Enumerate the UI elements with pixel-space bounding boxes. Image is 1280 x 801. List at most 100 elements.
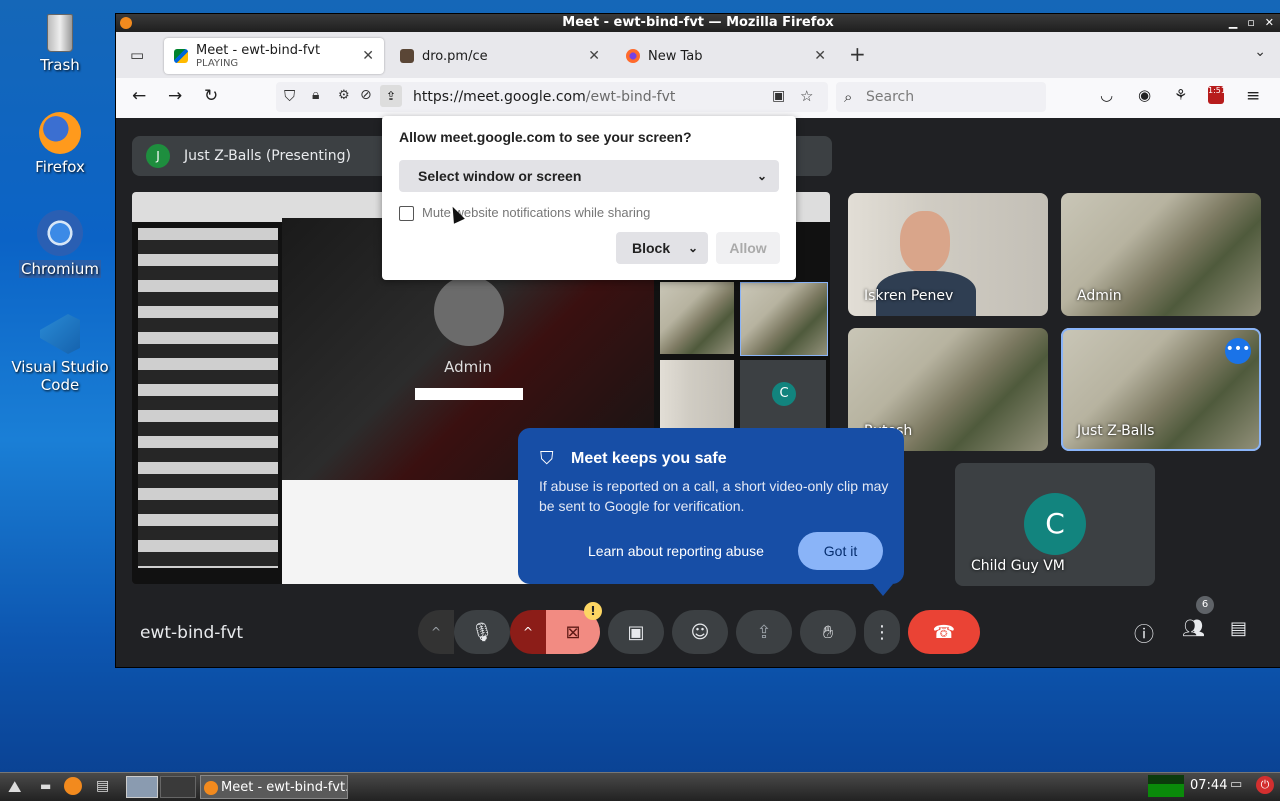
chevron-down-icon[interactable]: ⌄ xyxy=(688,232,698,264)
start-menu-icon[interactable]: ⛰ xyxy=(8,777,21,797)
select-window-dropdown[interactable]: Select window or screen ⌄ xyxy=(399,160,779,192)
cpu-monitor xyxy=(1148,775,1184,797)
block-button[interactable]: Block ⌄ xyxy=(616,232,708,264)
url-bar[interactable]: ⛉ 🔒︎ ⚙ ⊘ ⇪ https://meet.google.com/ewt-b… xyxy=(276,82,828,112)
microphone-button[interactable]: 🎙︎ xyxy=(454,610,510,654)
bookmark-star-icon[interactable]: ☆ xyxy=(800,87,813,105)
account-icon[interactable]: ◉ xyxy=(1138,86,1151,104)
block-label: Block xyxy=(632,240,671,256)
camera-off-icon: ⊠ xyxy=(565,621,581,643)
desktop-icon-chromium[interactable]: Chromium xyxy=(10,210,110,278)
raise-hand-button[interactable]: ✋︎ xyxy=(800,610,856,654)
tab-list-icon[interactable]: ▭ xyxy=(130,46,144,64)
maximize-icon[interactable]: ▫ xyxy=(1247,14,1254,32)
shield-icon: ⛉ xyxy=(540,448,554,468)
present-screen-icon: ⇪ xyxy=(756,621,772,643)
participant-tile[interactable]: C Child Guy VM xyxy=(955,463,1155,586)
window-titlebar[interactable]: Meet - ewt-bind-fvt — Mozilla Firefox ▁ … xyxy=(116,14,1280,32)
tab-new[interactable]: New Tab ✕ xyxy=(616,38,836,74)
report-abuse-link[interactable]: Learn about reporting abuse xyxy=(588,543,764,559)
taskbar-task-firefox[interactable]: Meet - ewt-bind-fvt... xyxy=(200,775,348,799)
captions-button[interactable]: ▣ xyxy=(608,610,664,654)
microphone-icon: 🎙︎ xyxy=(470,621,494,643)
more-options-button[interactable]: ⋮ xyxy=(864,610,900,654)
firefox-launcher-icon[interactable] xyxy=(64,777,82,795)
sharing-indicator-icon[interactable]: ▣ xyxy=(772,88,785,104)
camera-blocked-icon[interactable]: ⊘ xyxy=(360,87,372,103)
close-tab-icon[interactable]: ✕ xyxy=(362,48,374,64)
lock-icon[interactable]: 🔒︎ xyxy=(312,87,319,103)
captions-icon: ▣ xyxy=(627,621,645,643)
participant-avatar: C xyxy=(1024,493,1086,555)
trash-icon xyxy=(47,14,73,52)
desktop-icon-label: Visual Studio Code xyxy=(11,358,109,394)
leave-call-button[interactable]: ☎ xyxy=(908,610,980,654)
vscode-icon xyxy=(40,314,80,354)
show-desktop-icon[interactable]: ▬ xyxy=(40,779,51,793)
screen-share-permission-dialog: Allow meet.google.com to see your screen… xyxy=(382,116,796,280)
camera-options-button[interactable]: ^ xyxy=(510,610,546,654)
workspace-2[interactable] xyxy=(160,776,196,798)
workspace-1[interactable] xyxy=(126,776,158,798)
permissions-icon[interactable]: ⚙ xyxy=(338,88,350,103)
back-icon[interactable]: ← xyxy=(132,86,146,106)
extension-badge-count: 1:51 xyxy=(1208,86,1226,95)
screen-share-permission-icon[interactable]: ⇪ xyxy=(380,85,402,107)
participant-name: Child Guy VM xyxy=(971,558,1065,574)
taskbar-task-label: Meet - ewt-bind-fvt... xyxy=(221,780,348,795)
extensions-icon[interactable]: ⚘ xyxy=(1174,86,1187,104)
window-title: Meet - ewt-bind-fvt — Mozilla Firefox xyxy=(562,15,834,30)
tab-dro[interactable]: dro.pm/ce ✕ xyxy=(390,38,610,74)
tray-icon[interactable]: ▭ xyxy=(1230,777,1242,792)
participant-tile[interactable]: ••• Just Z-Balls xyxy=(1061,328,1261,451)
camera-warning-icon[interactable]: ! xyxy=(584,602,602,620)
desktop-icon-firefox[interactable]: Firefox xyxy=(10,112,110,176)
pocket-icon[interactable]: ◡ xyxy=(1100,86,1113,104)
tracking-shield-icon[interactable]: ⛉ xyxy=(284,87,295,105)
close-window-icon[interactable]: ✕ xyxy=(1265,14,1274,32)
firefox-window-icon xyxy=(120,17,132,29)
participant-tile[interactable]: Iskren Penev xyxy=(848,193,1048,316)
chat-icon[interactable]: ▤ xyxy=(1230,618,1247,639)
tab-meet[interactable]: Meet - ewt-bind-fvt PLAYING ✕ xyxy=(164,38,384,74)
meeting-details-icon[interactable]: ⓘ xyxy=(1134,618,1154,647)
search-input[interactable]: ⌕ Search xyxy=(836,82,1046,112)
participant-name: Just Z-Balls xyxy=(1077,423,1155,439)
navigation-bar: ← → ↻ ⛉ 🔒︎ ⚙ ⊘ ⇪ https://meet.google.com… xyxy=(116,78,1280,119)
menu-icon[interactable]: ≡ xyxy=(1246,86,1260,106)
new-tab-button[interactable]: + xyxy=(849,42,866,66)
desktop-icon-trash[interactable]: Trash xyxy=(10,14,110,74)
reactions-button[interactable]: ☺ xyxy=(672,610,728,654)
safety-title: Meet keeps you safe xyxy=(571,450,727,467)
participant-tile[interactable]: Admin xyxy=(1061,193,1261,316)
emoji-icon: ☺ xyxy=(690,621,710,643)
reload-icon[interactable]: ↻ xyxy=(204,86,218,106)
search-icon: ⌕ xyxy=(844,88,853,106)
close-tab-icon[interactable]: ✕ xyxy=(814,48,826,64)
present-button[interactable]: ⇪ xyxy=(736,610,792,654)
taskbar: ⛰ ▬ ▤ Meet - ewt-bind-fvt... 07:44 ▭ ⏻ xyxy=(0,772,1280,801)
desktop-icon-vscode[interactable]: Visual Studio Code xyxy=(10,314,110,394)
file-manager-icon[interactable]: ▤ xyxy=(96,778,109,794)
dro-favicon-icon xyxy=(400,49,414,63)
tab-overflow-chevron-icon[interactable]: ⌄ xyxy=(1254,44,1266,60)
participant-name: Admin xyxy=(1077,288,1122,304)
mic-options-button[interactable]: ^ xyxy=(418,610,454,654)
participant-face xyxy=(900,211,950,273)
nested-child-avatar: C xyxy=(772,382,796,406)
more-vert-icon: ⋮ xyxy=(873,621,891,643)
forward-icon[interactable]: → xyxy=(168,86,182,106)
close-tab-icon[interactable]: ✕ xyxy=(588,48,600,64)
select-window-label: Select window or screen xyxy=(418,168,582,184)
more-options-icon[interactable]: ••• xyxy=(1225,338,1251,364)
extension-badge[interactable]: 1:51 xyxy=(1208,86,1226,104)
minimize-icon[interactable]: ▁ xyxy=(1229,14,1237,32)
mute-notifications-checkbox[interactable] xyxy=(399,206,414,221)
people-icon[interactable]: 👥︎ xyxy=(1182,618,1205,639)
got-it-button[interactable]: Got it xyxy=(798,532,883,570)
power-icon[interactable]: ⏻ xyxy=(1256,776,1274,794)
meeting-name: ewt-bind-fvt xyxy=(140,623,244,643)
allow-button[interactable]: Allow xyxy=(716,232,780,264)
desktop-icon-label: Chromium xyxy=(19,260,101,278)
nested-admin-label: Admin xyxy=(444,358,492,376)
